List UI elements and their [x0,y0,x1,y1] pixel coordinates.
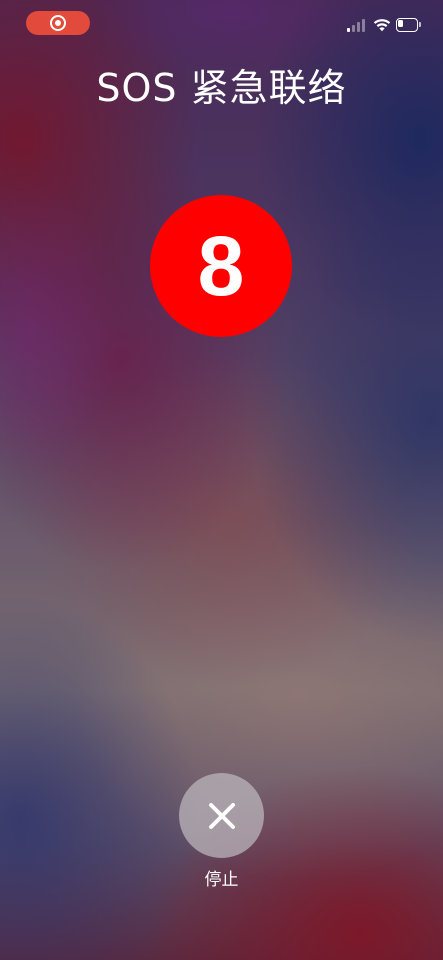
close-icon [208,802,235,829]
stop-button[interactable] [179,773,264,858]
screen-record-icon [50,15,66,31]
sos-screen: SOS 紧急联络 8 停止 [0,0,443,960]
signal-bar [362,19,365,32]
signal-bar [352,25,355,32]
status-bar [0,0,443,44]
screen-recording-indicator[interactable] [26,11,90,35]
wifi-icon [373,19,391,32]
countdown-badge: 8 [150,195,292,337]
countdown-number: 8 [197,219,245,313]
stop-label: 停止 [204,870,239,890]
cellular-signal-icon [347,18,369,32]
signal-bar [357,22,360,32]
battery-level-fill [398,20,403,27]
page-title: SOS 紧急联络 [96,66,347,110]
battery-cap [419,22,421,27]
signal-bar [347,28,350,32]
battery-icon [396,18,422,32]
